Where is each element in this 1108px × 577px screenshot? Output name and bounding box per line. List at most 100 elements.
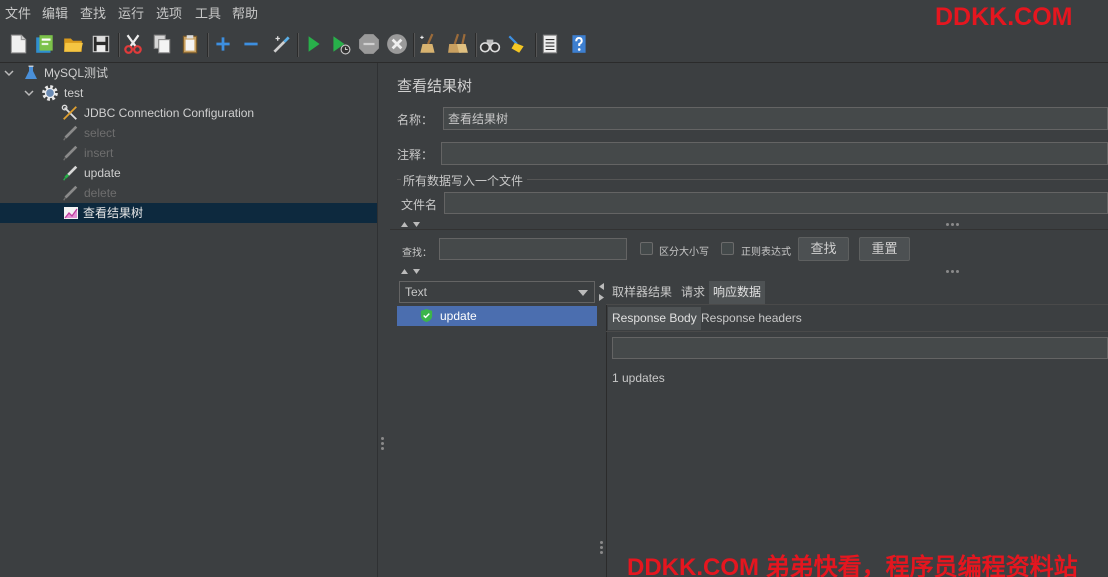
header-splitter[interactable] xyxy=(390,219,1108,230)
case-sensitive-checkbox[interactable] xyxy=(640,242,653,255)
tree-node-label: JDBC Connection Configuration xyxy=(84,106,255,120)
menu-run[interactable]: 运行 xyxy=(118,0,144,27)
clear-icon[interactable] xyxy=(417,33,439,55)
split-up-arrow-icon[interactable] xyxy=(401,222,408,227)
pencil-icon xyxy=(61,144,79,162)
comment-input[interactable] xyxy=(441,142,1108,165)
open-icon[interactable] xyxy=(62,33,84,55)
flask-icon xyxy=(23,65,39,81)
start-no-pauses-icon[interactable] xyxy=(329,33,351,55)
sample-result-row[interactable]: update xyxy=(397,306,597,326)
clear-all-icon[interactable] xyxy=(447,33,469,55)
regex-label: 正则表达式 xyxy=(741,247,791,258)
subtab-response-body[interactable]: Response Body xyxy=(608,307,701,330)
pencil-icon xyxy=(61,184,79,202)
tree-node-sampler-select[interactable]: select xyxy=(0,123,377,143)
watermark-bottom: DDKK.COM 弟弟快看，程序员编程资料站 xyxy=(627,554,1078,577)
pencil-icon xyxy=(61,164,79,182)
search-icon[interactable] xyxy=(479,33,501,55)
toolbar-separator xyxy=(475,33,477,57)
results-splitter[interactable] xyxy=(390,266,1108,277)
test-plan-tree: MySQL测试 test JDBC Connection Configurati… xyxy=(0,63,377,577)
regex-checkbox[interactable] xyxy=(721,242,734,255)
case-sensitive-label: 区分大小写 xyxy=(659,247,709,258)
gear-icon xyxy=(41,84,59,102)
split-left-arrow-icon[interactable] xyxy=(599,283,604,290)
stop-icon[interactable] xyxy=(358,33,380,55)
chevron-down-icon[interactable] xyxy=(4,68,14,78)
reset-button[interactable]: 重置 xyxy=(859,237,910,261)
menu-help[interactable]: 帮助 xyxy=(232,0,258,27)
wrench-icon xyxy=(61,104,79,122)
renderer-select[interactable]: Text xyxy=(399,281,595,303)
pencil-icon xyxy=(61,124,79,142)
tab-sampler-result[interactable]: 取样器结果 xyxy=(608,281,676,304)
shutdown-icon[interactable] xyxy=(386,33,408,55)
chevron-down-icon[interactable] xyxy=(24,88,34,98)
start-icon[interactable] xyxy=(302,33,324,55)
toolbar-separator xyxy=(207,33,209,57)
tree-node-test-plan[interactable]: MySQL测试 xyxy=(0,63,377,83)
tree-node-label: update xyxy=(84,166,121,180)
subtab-underline xyxy=(606,331,1108,332)
tree-node-sampler-update[interactable]: update xyxy=(0,163,377,183)
toolbar-separator xyxy=(413,33,415,57)
results-vertical-splitter[interactable] xyxy=(598,278,606,577)
chevron-down-icon[interactable] xyxy=(578,290,588,296)
name-input[interactable] xyxy=(443,107,1108,130)
copy-icon[interactable] xyxy=(151,33,173,55)
menu-search[interactable]: 查找 xyxy=(80,0,106,27)
collapse-icon[interactable] xyxy=(240,33,262,55)
search-label: 查找： xyxy=(402,248,432,259)
tree-node-label: select xyxy=(84,126,116,140)
menu-edit[interactable]: 编辑 xyxy=(42,0,68,27)
toolbar-separator xyxy=(297,33,299,57)
name-label: 名称： xyxy=(397,113,434,127)
menu-tools[interactable]: 工具 xyxy=(195,0,221,27)
renderer-select-value: Text xyxy=(405,285,428,299)
new-icon[interactable] xyxy=(7,33,29,55)
filename-label: 文件名 xyxy=(401,198,438,212)
page-title: 查看结果树 xyxy=(397,78,473,95)
find-button[interactable]: 查找 xyxy=(798,237,849,261)
toolbar-separator xyxy=(118,33,120,57)
cut-icon[interactable] xyxy=(122,33,144,55)
detail-border xyxy=(606,304,607,577)
split-up-arrow-icon[interactable] xyxy=(401,269,408,274)
expand-icon[interactable] xyxy=(212,33,234,55)
split-down-arrow-icon[interactable] xyxy=(413,269,420,274)
tree-node-label: MySQL测试 xyxy=(44,66,109,80)
menu-options[interactable]: 选项 xyxy=(156,0,182,27)
reset-search-icon[interactable] xyxy=(506,33,528,55)
function-helper-icon[interactable] xyxy=(539,33,561,55)
tree-node-jdbc-config[interactable]: JDBC Connection Configuration xyxy=(0,103,377,123)
help-icon[interactable] xyxy=(568,33,590,55)
split-right-arrow-icon[interactable] xyxy=(599,294,604,301)
main-splitter[interactable] xyxy=(378,63,390,577)
response-body-text: 1 updates xyxy=(612,371,665,385)
comment-label: 注释： xyxy=(397,148,434,162)
tab-request[interactable]: 请求 xyxy=(677,281,709,304)
tree-node-label: insert xyxy=(84,146,114,160)
templates-icon[interactable] xyxy=(34,33,56,55)
paste-icon[interactable] xyxy=(179,33,201,55)
search-input[interactable] xyxy=(439,238,627,260)
chart-icon xyxy=(63,206,79,220)
tab-response-data[interactable]: 响应数据 xyxy=(709,281,766,304)
tree-node-sampler-delete[interactable]: delete xyxy=(0,183,377,203)
tree-node-label: test xyxy=(64,86,84,100)
toggle-icon[interactable] xyxy=(270,33,292,55)
filename-input[interactable] xyxy=(444,192,1108,214)
menu-file[interactable]: 文件 xyxy=(5,0,31,27)
tree-node-thread-group[interactable]: test xyxy=(0,83,377,103)
sample-result-label: update xyxy=(440,309,477,323)
tree-node-label: 查看结果树 xyxy=(83,206,144,220)
save-icon[interactable] xyxy=(90,33,112,55)
response-search-input[interactable] xyxy=(612,337,1108,359)
toolbar xyxy=(0,27,1108,63)
tab-underline xyxy=(606,304,1108,305)
tree-node-view-results-tree[interactable]: 查看结果树 xyxy=(0,203,377,223)
split-down-arrow-icon[interactable] xyxy=(413,222,420,227)
tree-node-sampler-insert[interactable]: insert xyxy=(0,143,377,163)
subtab-response-headers[interactable]: Response headers xyxy=(697,307,806,330)
